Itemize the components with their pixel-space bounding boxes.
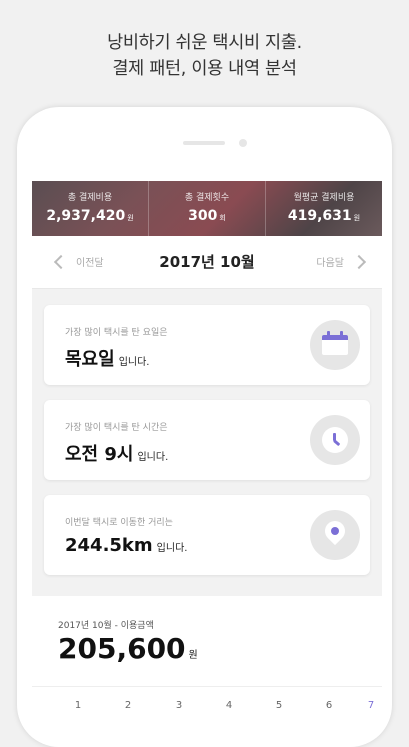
- stat-value: 2,937,420 원: [46, 208, 134, 224]
- stat-label: 월평균 결제비용: [293, 193, 355, 203]
- stat-label: 총 결제비용: [67, 193, 113, 203]
- card-busiest-hour: 가장 많이 택시를 탄 시간은 오전 9시 입니다.: [44, 400, 370, 480]
- prev-month-label: 이전달: [76, 258, 104, 269]
- day-4[interactable]: 4: [219, 700, 239, 711]
- day-6[interactable]: 6: [319, 700, 339, 711]
- next-month-button[interactable]: 다음달: [316, 254, 367, 269]
- app-screen: 총 결제비용 2,937,420 원 총 결제횟수 300 회 월평균 결제비용 4…: [32, 181, 382, 725]
- icon-circle: [310, 415, 360, 465]
- month-navigation: 이전달 2017년 10월 다음달: [32, 236, 382, 289]
- stat-value: 300 회: [188, 208, 226, 224]
- card-label: 가장 많이 택시를 탄 시간은: [65, 423, 168, 433]
- icon-circle: [310, 510, 360, 560]
- chevron-right-icon: [351, 254, 367, 269]
- card-distance: 이번달 택시로 이동한 거리는 244.5km 입니다.: [44, 495, 370, 575]
- stat-total-payment: 총 결제비용 2,937,420 원: [32, 181, 148, 236]
- chevron-left-icon: [53, 254, 69, 269]
- phone-camera: [239, 139, 247, 147]
- headline-line-1: 낭비하기 쉬운 택시비 지출.: [107, 33, 302, 53]
- location-pin-icon: [320, 516, 350, 546]
- icon-circle: [310, 320, 360, 370]
- usage-amount: 205,600 원: [58, 632, 198, 665]
- day-selector: 1 2 3 4 5 6 7: [32, 694, 382, 724]
- day-5[interactable]: 5: [269, 700, 289, 711]
- card-label: 가장 많이 택시를 탄 요일은: [65, 328, 168, 338]
- usage-label: 2017년 10월 - 이용금액: [58, 621, 154, 631]
- day-3[interactable]: 3: [169, 700, 189, 711]
- clock-icon: [322, 427, 348, 453]
- calendar-icon: [322, 331, 348, 355]
- phone-speaker: [183, 141, 225, 145]
- divider: [32, 686, 382, 687]
- stat-value: 419,631 원: [287, 208, 361, 224]
- summary-stats-banner: 총 결제비용 2,937,420 원 총 결제횟수 300 회 월평균 결제비용 4…: [32, 181, 382, 236]
- card-value: 244.5km 입니다.: [65, 535, 188, 556]
- next-month-label: 다음달: [316, 258, 344, 269]
- day-2[interactable]: 2: [118, 700, 138, 711]
- card-value: 목요일 입니다.: [65, 349, 150, 370]
- stat-monthly-average: 월평균 결제비용 419,631 원: [265, 181, 382, 236]
- day-1[interactable]: 1: [68, 700, 88, 711]
- card-label: 이번달 택시로 이동한 거리는: [65, 518, 173, 528]
- promo-headline: 낭비하기 쉬운 택시비 지출. 결제 패턴, 이용 내역 분석: [0, 30, 409, 82]
- headline-line-2: 결제 패턴, 이용 내역 분석: [112, 59, 297, 79]
- card-value: 오전 9시 입니다.: [65, 444, 169, 465]
- stat-total-count: 총 결제횟수 300 회: [148, 181, 265, 236]
- stat-label: 총 결제횟수: [184, 193, 230, 203]
- day-7[interactable]: 7: [361, 700, 381, 711]
- card-busiest-weekday: 가장 많이 택시를 탄 요일은 목요일 입니다.: [44, 305, 370, 385]
- usage-panel: 2017년 10월 - 이용금액 205,600 원 1 2 3 4 5 6 7: [32, 596, 382, 725]
- prev-month-button[interactable]: 이전달: [53, 254, 104, 269]
